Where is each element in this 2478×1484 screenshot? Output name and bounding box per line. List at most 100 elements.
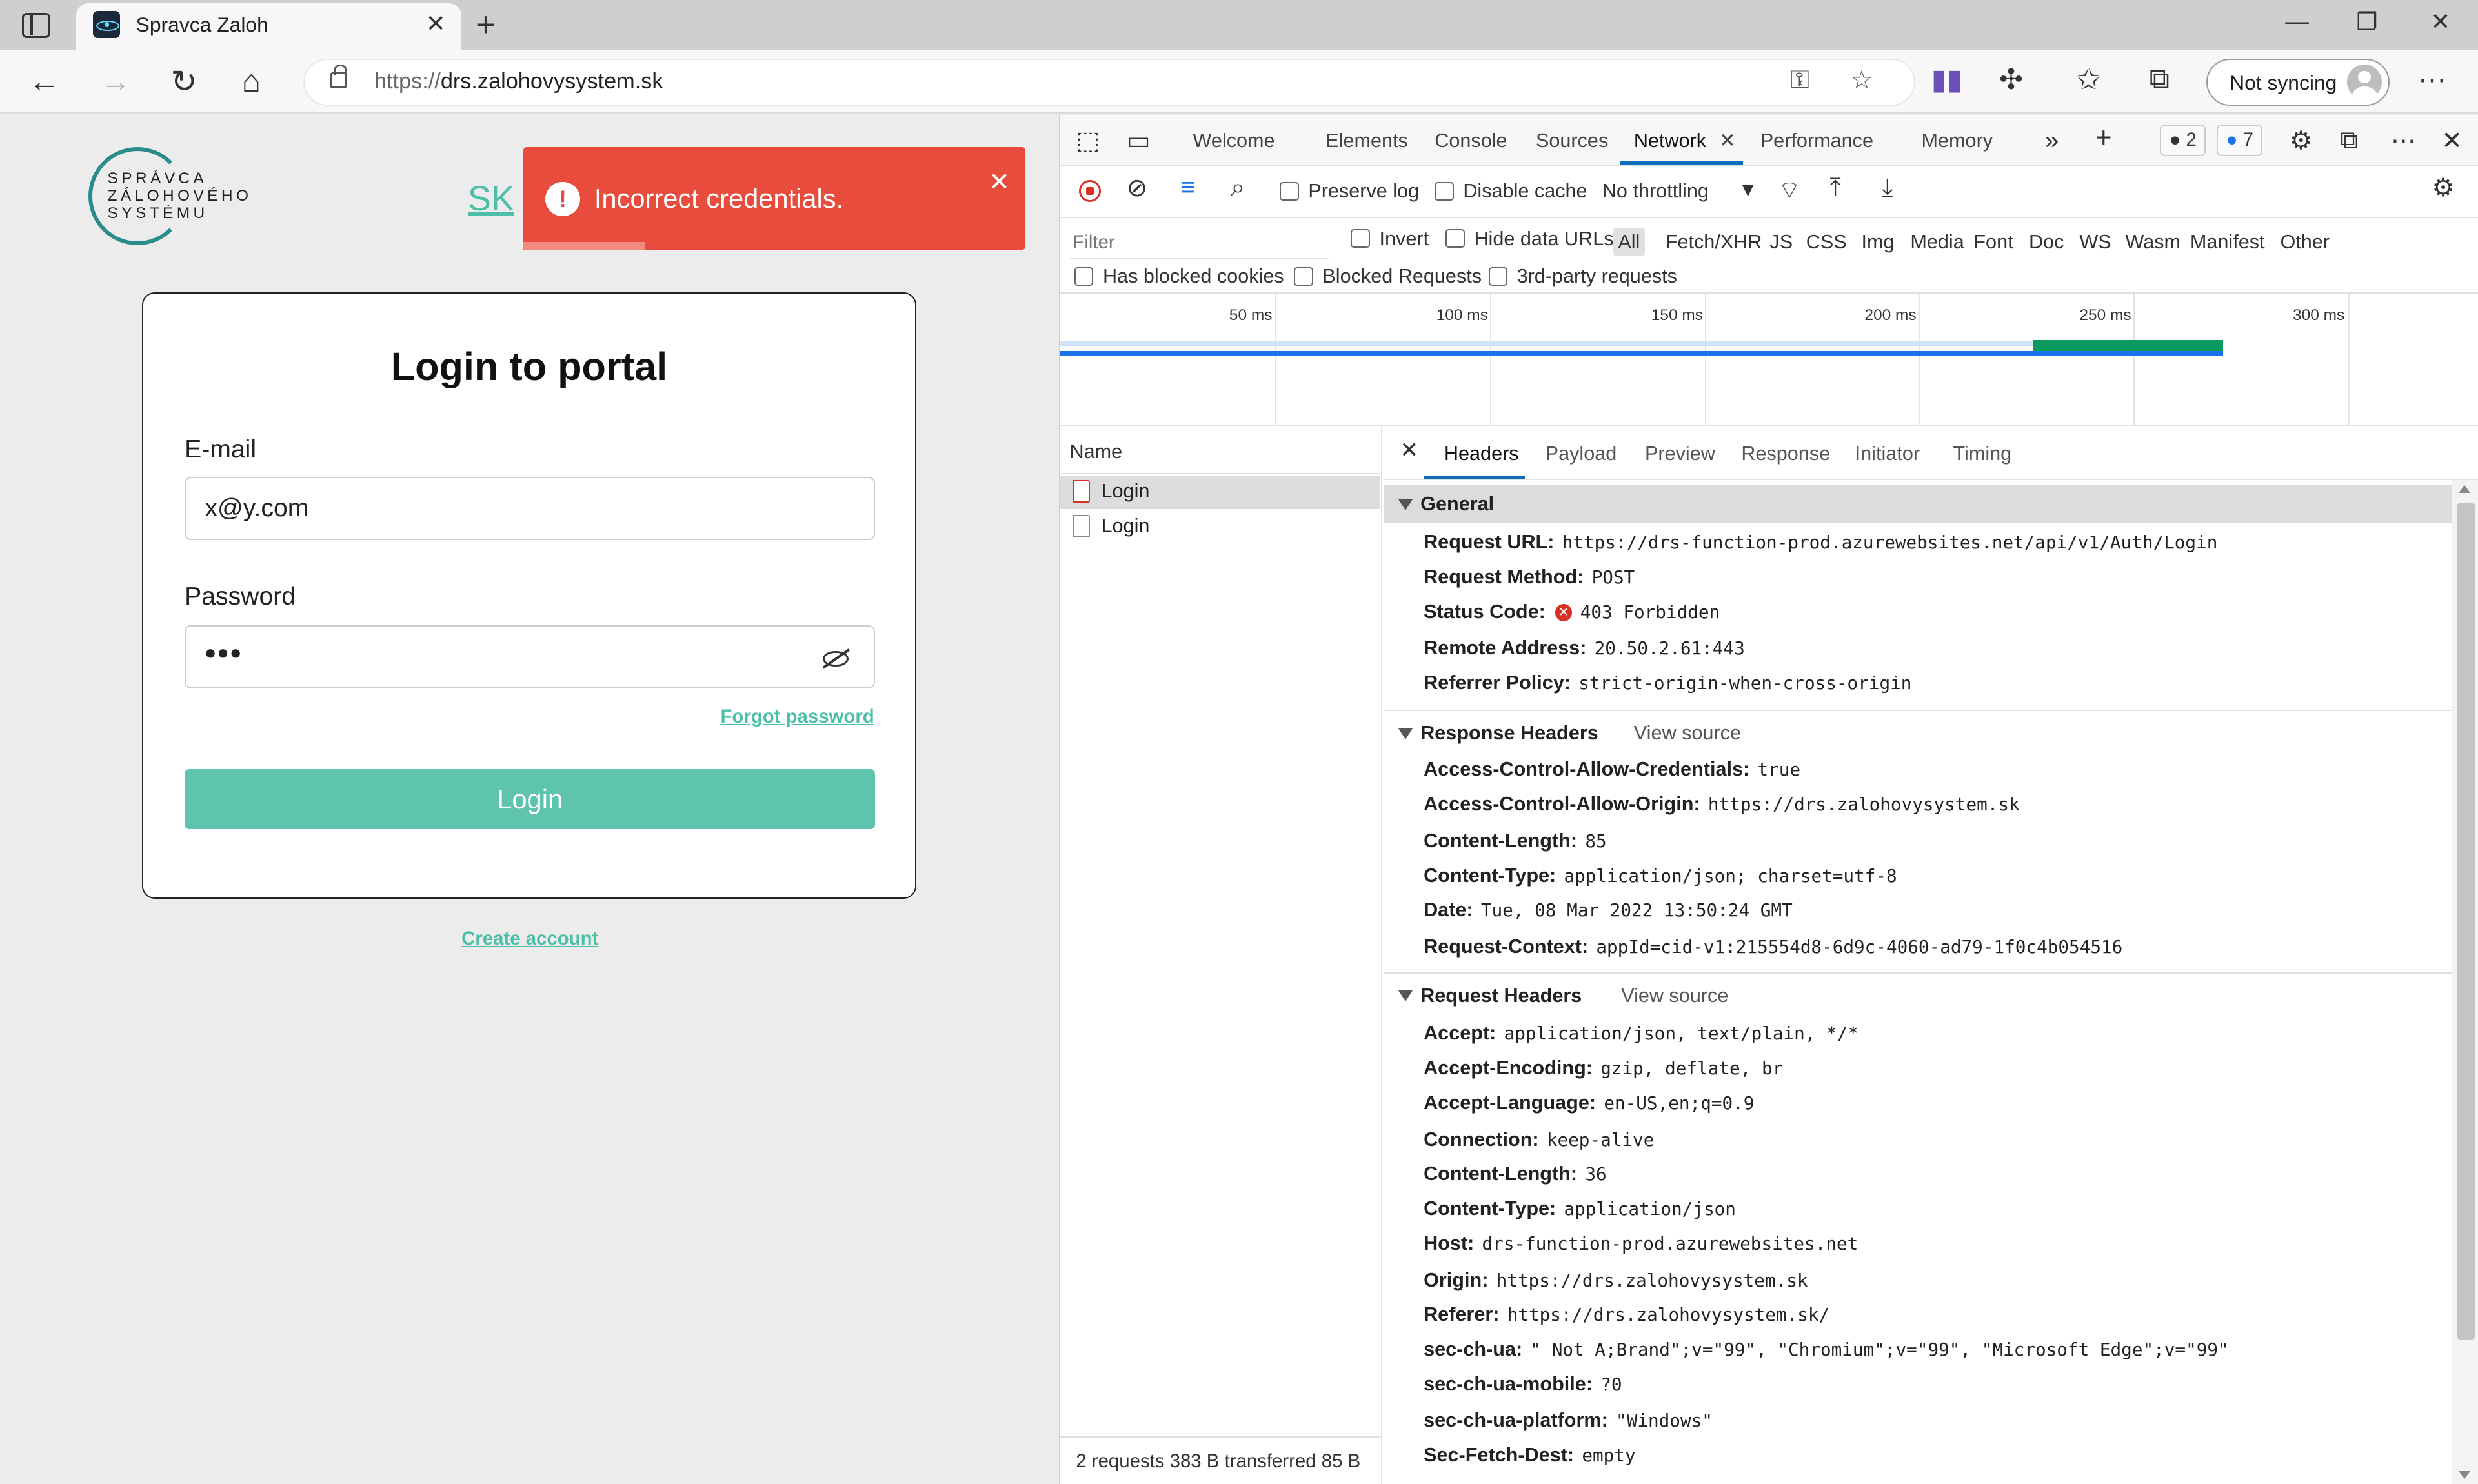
details-close-icon[interactable]: ✕ bbox=[1400, 437, 1418, 463]
minimize-icon[interactable]: — bbox=[2285, 8, 2309, 35]
extension-icon[interactable]: ▮▮ bbox=[1931, 63, 1963, 96]
hide-data-urls-checkbox[interactable] bbox=[1446, 229, 1465, 248]
filter-font[interactable]: Font bbox=[1969, 228, 2018, 257]
chevron-down-icon[interactable]: ▼ bbox=[1738, 179, 1757, 201]
import-har-icon[interactable]: ⤒ bbox=[1829, 174, 1840, 202]
collections-icon[interactable]: ⧉ bbox=[2150, 63, 2170, 95]
more-tabs-icon[interactable]: » bbox=[2045, 126, 2059, 155]
home-icon[interactable]: ⌂ bbox=[242, 63, 261, 99]
add-tab-icon[interactable]: + bbox=[2095, 122, 2112, 154]
email-field[interactable] bbox=[185, 477, 876, 541]
back-icon[interactable]: ← bbox=[28, 63, 60, 99]
tab-elements[interactable]: Elements bbox=[1325, 130, 1408, 152]
blocked-cookies-checkbox[interactable] bbox=[1074, 266, 1094, 286]
scroll-up-icon[interactable] bbox=[2459, 485, 2471, 493]
forward-icon[interactable]: → bbox=[99, 63, 131, 99]
third-party-checkbox[interactable] bbox=[1488, 266, 1507, 286]
header-row: Content-Length: 85 bbox=[1424, 829, 1607, 852]
record-icon[interactable] bbox=[1079, 180, 1102, 203]
name-column-header[interactable]: Name bbox=[1060, 426, 1383, 474]
network-overview-timeline[interactable]: 50 ms 100 ms 150 ms 200 ms 250 ms 300 ms bbox=[1060, 294, 2478, 427]
issues-badge[interactable]: ● 2 bbox=[2160, 125, 2206, 157]
inspect-icon[interactable]: ⬚ bbox=[1076, 126, 1100, 155]
devtools-close-icon[interactable]: ✕ bbox=[2441, 126, 2463, 155]
tab-console[interactable]: Console bbox=[1435, 130, 1507, 152]
url-input[interactable]: https://drs.zalohovysystem.sk ⚿ ☆ bbox=[303, 58, 1916, 106]
invert-checkbox[interactable] bbox=[1351, 229, 1370, 248]
dock-icon[interactable]: ⧉ bbox=[2341, 126, 2359, 155]
section-response-headers[interactable]: Response Headers View source bbox=[1384, 714, 2453, 752]
refresh-icon[interactable]: ↻ bbox=[170, 63, 197, 100]
more-menu-icon[interactable]: ··· bbox=[2418, 63, 2446, 95]
device-toggle-icon[interactable]: ▭ bbox=[1127, 126, 1151, 155]
window-close-icon[interactable]: ✕ bbox=[2431, 8, 2451, 35]
header-row: Status Code: ✕ 403 Forbidden bbox=[1424, 600, 1720, 623]
tab-timing[interactable]: Timing bbox=[1953, 443, 2011, 465]
network-conditions-icon[interactable]: ⌔ bbox=[1778, 174, 1802, 206]
filter-ws[interactable]: WS bbox=[2075, 228, 2116, 257]
list-item[interactable]: Login bbox=[1060, 510, 1380, 543]
view-source-link[interactable]: View source bbox=[1621, 985, 1728, 1007]
tab-headers[interactable]: Headers bbox=[1444, 443, 1519, 465]
lock-icon[interactable] bbox=[330, 65, 348, 88]
scroll-down-icon[interactable] bbox=[2459, 1471, 2471, 1479]
profile-sync-button[interactable]: Not syncing bbox=[2206, 58, 2390, 106]
filter-input[interactable] bbox=[1069, 227, 1329, 259]
restore-icon[interactable]: ❐ bbox=[2356, 8, 2377, 35]
tab-sources[interactable]: Sources bbox=[1536, 130, 1608, 152]
tab-performance[interactable]: Performance bbox=[1760, 130, 1873, 152]
messages-badge[interactable]: ● 7 bbox=[2217, 125, 2263, 157]
filter-img[interactable]: Img bbox=[1857, 228, 1899, 257]
details-scrollbar[interactable] bbox=[2452, 480, 2478, 1484]
tab-network[interactable]: Network bbox=[1634, 130, 1706, 152]
filter-doc[interactable]: Doc bbox=[2024, 228, 2069, 257]
tab-network-close-icon[interactable]: ✕ bbox=[1719, 130, 1736, 152]
filter-media[interactable]: Media bbox=[1906, 228, 1969, 257]
section-request-headers[interactable]: Request Headers View source bbox=[1384, 976, 2453, 1014]
filter-css[interactable]: CSS bbox=[1801, 228, 1851, 257]
forgot-password-link[interactable]: Forgot password bbox=[720, 706, 874, 728]
add-favorite-icon[interactable]: ☆ bbox=[1850, 66, 1873, 95]
filter-icon[interactable]: ≡ bbox=[1180, 174, 1195, 202]
filter-wasm[interactable]: Wasm bbox=[2120, 228, 2185, 257]
scrollbar-thumb[interactable] bbox=[2457, 502, 2475, 1340]
password-field[interactable] bbox=[185, 625, 876, 689]
password-key-icon[interactable]: ⚿ bbox=[1790, 66, 1809, 94]
section-general[interactable]: General bbox=[1384, 485, 2453, 523]
tab-close-icon[interactable]: ✕ bbox=[426, 10, 446, 37]
network-settings-icon[interactable]: ⚙ bbox=[2432, 174, 2455, 203]
clear-icon[interactable]: ⊘ bbox=[1127, 174, 1148, 203]
preserve-log-checkbox[interactable] bbox=[1280, 181, 1299, 201]
tab-initiator[interactable]: Initiator bbox=[1855, 443, 1920, 465]
new-tab-icon[interactable]: + bbox=[476, 5, 496, 45]
sidebar-toggle-icon[interactable] bbox=[22, 12, 51, 38]
error-toast[interactable]: ! Incorrect credentials. ✕ bbox=[523, 146, 1026, 250]
filter-js[interactable]: JS bbox=[1765, 228, 1797, 257]
blocked-requests-checkbox[interactable] bbox=[1294, 266, 1313, 286]
tab-preview[interactable]: Preview bbox=[1645, 443, 1715, 465]
filter-fetch-xhr[interactable]: Fetch/XHR bbox=[1660, 228, 1766, 257]
tab-response[interactable]: Response bbox=[1741, 443, 1830, 465]
devtools-more-icon[interactable]: ⋯ bbox=[2391, 126, 2416, 155]
extensions-puzzle-icon[interactable]: ✣ bbox=[1999, 63, 2023, 96]
disable-cache-checkbox[interactable] bbox=[1435, 181, 1454, 201]
settings-gear-icon[interactable]: ⚙ bbox=[2290, 126, 2312, 155]
tab-payload[interactable]: Payload bbox=[1546, 443, 1617, 465]
tab-welcome[interactable]: Welcome bbox=[1193, 130, 1275, 152]
toggle-visibility-icon[interactable] bbox=[823, 650, 849, 667]
create-account-link[interactable]: Create account bbox=[461, 928, 598, 950]
language-link[interactable]: SK bbox=[468, 179, 514, 219]
throttling-select[interactable]: No throttling bbox=[1602, 180, 1709, 203]
favorites-icon[interactable]: ✩ bbox=[2077, 63, 2100, 96]
filter-other[interactable]: Other bbox=[2275, 228, 2334, 257]
list-item[interactable]: Login bbox=[1060, 476, 1380, 509]
filter-all[interactable]: All bbox=[1613, 227, 1645, 257]
search-icon[interactable]: ⌕ bbox=[1231, 174, 1245, 202]
tab-memory[interactable]: Memory bbox=[1922, 130, 1993, 152]
login-button[interactable]: Login bbox=[185, 769, 876, 830]
browser-tab[interactable]: Spravca Zaloh ✕ bbox=[76, 3, 462, 51]
filter-manifest[interactable]: Manifest bbox=[2186, 228, 2270, 257]
export-har-icon[interactable]: ⤓ bbox=[1882, 174, 1893, 202]
view-source-link[interactable]: View source bbox=[1634, 722, 1741, 745]
toast-close-icon[interactable]: ✕ bbox=[989, 168, 1010, 197]
